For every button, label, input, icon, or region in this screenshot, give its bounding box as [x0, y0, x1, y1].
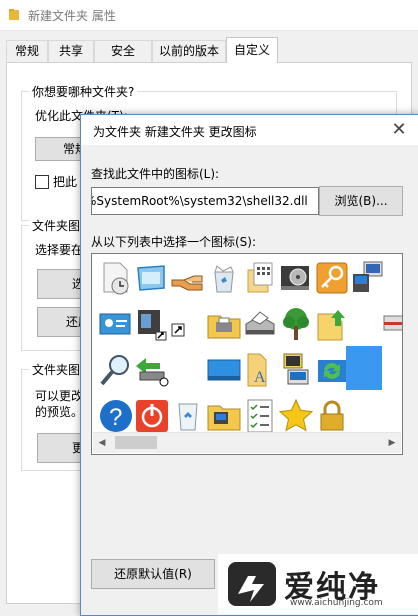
dialog-title: 为文件夹 新建文件夹 更改图标 [93, 125, 257, 139]
recycle-bin-empty-icon[interactable] [170, 398, 206, 434]
svg-text:?: ? [109, 404, 122, 431]
sync-icon[interactable] [314, 352, 350, 388]
network-icon[interactable] [350, 260, 386, 296]
properties-titlebar: 新建文件夹 属性 [0, 0, 418, 31]
watermark-url: www.aichunjing.com [290, 598, 383, 608]
upload-folder-icon[interactable] [314, 306, 350, 342]
folder-icon-desc-line2: 的预览。 [35, 405, 84, 419]
folder-icon-desc-line1: 可以更改 [35, 389, 84, 403]
find-icons-label: 查找此文件中的图标(L): [91, 167, 220, 181]
scroll-thumb[interactable] [115, 436, 157, 449]
power-icon[interactable] [134, 398, 170, 434]
tab-general[interactable]: 常规 [6, 40, 48, 62]
checkbox-label: 把此 [53, 175, 78, 189]
magnifier-icon[interactable] [98, 352, 134, 388]
grid-doc-icon[interactable] [242, 260, 278, 296]
properties-title: 新建文件夹 属性 [28, 9, 116, 23]
recycle-bin-full-icon[interactable] [206, 260, 242, 296]
drive-icon[interactable] [278, 260, 314, 296]
screen-icon[interactable] [206, 352, 242, 388]
watermark-logo [228, 562, 276, 606]
folder-icon [9, 9, 19, 20]
pc-icon[interactable] [278, 352, 314, 388]
tab-customize[interactable]: 自定义 [226, 37, 278, 63]
browse-button[interactable]: 浏览(B)... [319, 186, 403, 216]
restore-default-button[interactable]: 还原默认值(R) [91, 559, 215, 589]
key-folder-icon[interactable] [314, 260, 350, 296]
watermark: 爱纯净 www.aichunjing.com [218, 554, 418, 614]
tab-previous-versions[interactable]: 以前的版本 [152, 40, 226, 62]
network-connect-icon[interactable] [134, 352, 170, 388]
tape-drive-icon[interactable] [382, 306, 403, 342]
checklist-icon[interactable] [242, 398, 278, 434]
scroll-right-icon[interactable]: ▶ [385, 436, 399, 450]
folder-type-group-label: 你想要哪种文件夹? [29, 83, 138, 100]
blue-square-icon[interactable] [346, 346, 382, 390]
printer-folder-icon[interactable] [206, 306, 242, 342]
tab-sharing[interactable]: 共享 [48, 40, 94, 62]
clock-doc-icon[interactable] [98, 260, 134, 296]
folder-picture-desc: 选择要在 [35, 243, 84, 257]
icon-list[interactable]: A ? ◀ ▶ [91, 253, 403, 455]
font-folder-icon[interactable]: A [242, 352, 278, 388]
lock-icon[interactable] [314, 398, 350, 434]
folder-picture-group-label: 文件夹图 [29, 217, 84, 234]
help-icon[interactable]: ? [98, 398, 134, 434]
tab-security[interactable]: 安全 [94, 40, 152, 62]
printer-icon[interactable] [242, 306, 278, 342]
tree-icon[interactable] [278, 306, 314, 342]
change-icon-dialog: 为文件夹 新建文件夹 更改图标 ✕ 查找此文件中的图标(L): %SystemR… [80, 114, 418, 616]
window-icon[interactable] [134, 260, 170, 296]
scroll-left-icon[interactable]: ◀ [95, 436, 109, 450]
svg-text:A: A [254, 369, 266, 386]
icon-file-path-input[interactable]: %SystemRoot%\system32\shell32.dll [91, 187, 319, 215]
horizontal-scrollbar[interactable]: ◀ ▶ [93, 432, 401, 453]
network-drive-icon[interactable] [134, 306, 170, 342]
handshake-icon[interactable] [170, 260, 206, 296]
template-checkbox[interactable] [35, 175, 49, 189]
star-icon[interactable] [278, 398, 314, 434]
shortcut-arrow-icon[interactable] [170, 306, 206, 342]
folder-icon-group-label: 文件夹图 [29, 361, 84, 378]
id-card-icon[interactable] [98, 306, 134, 342]
network-folder-icon[interactable] [206, 398, 242, 434]
icon-list-label: 从以下列表中选择一个图标(S): [91, 235, 257, 249]
dialog-titlebar: 为文件夹 新建文件夹 更改图标 ✕ [81, 115, 418, 145]
close-icon[interactable]: ✕ [387, 119, 411, 141]
